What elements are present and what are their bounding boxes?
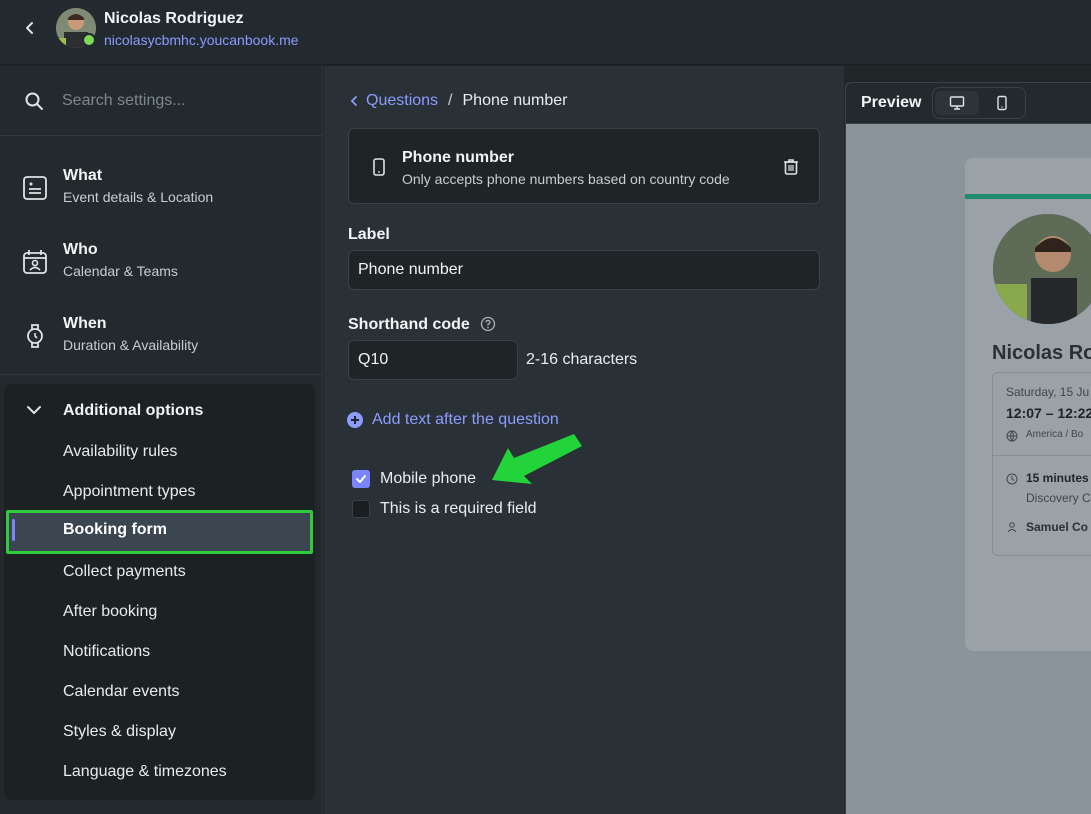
search-input[interactable] [62, 88, 302, 114]
plus-circle-icon [347, 412, 363, 428]
help-icon[interactable] [480, 316, 496, 332]
sidebar-item-label: Calendar events [63, 683, 180, 700]
chevron-down-icon [27, 406, 41, 414]
device-toggle [932, 87, 1026, 119]
sidebar-item-label: Styles & display [63, 723, 176, 740]
additional-options-toggle[interactable]: Additional options [4, 384, 315, 434]
watch-icon [27, 324, 43, 348]
preview-panel: Preview Nicolas Ro Saturday, 15 Ju 12:07… [845, 82, 1091, 814]
mobile-icon [997, 95, 1007, 111]
sidebar-item-label: Collect payments [63, 563, 186, 580]
sidebar-item-who[interactable]: Who Calendar & Teams [0, 223, 323, 297]
sidebar-item-label: Appointment types [63, 483, 196, 500]
annotation-arrow-icon [492, 434, 582, 484]
mobile-phone-checkbox[interactable]: Mobile phone [352, 470, 476, 488]
shorthand-code-hint: 2-16 characters [526, 351, 638, 368]
trash-icon[interactable] [781, 157, 801, 177]
preview-host-name: Nicolas Ro [992, 342, 1091, 364]
avatar-photo [993, 214, 1091, 324]
label-input[interactable] [348, 250, 820, 290]
preview-team-member: Samuel Co [1026, 520, 1089, 534]
check-icon [356, 475, 366, 483]
main-panel: Questions / Phone number Phone number On… [324, 66, 844, 814]
chevron-left-icon [350, 96, 357, 106]
sidebar-item-availability-rules[interactable]: Availability rules [4, 432, 315, 472]
preview-appointment-type: Discovery C [1026, 491, 1091, 505]
sidebar-item-title: What [63, 167, 103, 184]
question-type-description: Only accepts phone numbers based on coun… [402, 171, 730, 187]
sidebar-item-subtitle: Calendar & Teams [63, 263, 178, 279]
chevron-left-icon [26, 22, 33, 34]
sidebar-item-booking-form[interactable]: Booking form [6, 510, 313, 554]
preview-date: Saturday, 15 Ju [1006, 385, 1090, 399]
calendar-person-icon [23, 250, 47, 274]
person-icon [1007, 522, 1017, 533]
question-type-card: Phone number Only accepts phone numbers … [348, 128, 820, 204]
sidebar-item-label: After booking [63, 603, 158, 620]
active-indicator [12, 519, 15, 541]
sidebar-item-after-booking[interactable]: After booking [4, 592, 315, 632]
preview-duration: 15 minutes [1026, 471, 1089, 485]
breadcrumb-separator: / [448, 92, 453, 109]
shorthand-code-label: Shorthand code [348, 316, 470, 333]
mobile-view-button[interactable] [980, 91, 1024, 115]
preview-booking-summary: Saturday, 15 Ju 12:07 – 12:22 America / … [992, 372, 1091, 556]
sidebar-item-subtitle: Duration & Availability [63, 337, 199, 353]
sidebar-item-styles-display[interactable]: Styles & display [4, 712, 315, 752]
sidebar-item-when[interactable]: When Duration & Availability [0, 297, 323, 371]
checkbox[interactable] [352, 500, 370, 518]
divider [993, 455, 1091, 456]
sidebar-item-appointment-types[interactable]: Appointment types [4, 472, 315, 512]
mobile-phone-icon [373, 158, 385, 176]
sidebar-item-title: Who [63, 241, 98, 258]
search-icon [25, 92, 43, 110]
label-field-label: Label [348, 226, 390, 243]
checkbox[interactable] [352, 470, 370, 488]
globe-icon [1006, 430, 1018, 442]
online-status-badge [82, 33, 96, 47]
desktop-view-button[interactable] [935, 91, 979, 115]
desktop-icon [949, 96, 965, 110]
sidebar-item-title: When [63, 315, 107, 332]
preview-timezone: America / Bo [1026, 429, 1084, 440]
booking-page-preview: Nicolas Ro Saturday, 15 Ju 12:07 – 12:22… [965, 158, 1091, 651]
clock-icon [1006, 473, 1018, 485]
shorthand-code-input[interactable] [348, 340, 518, 380]
sidebar-item-language-timezones[interactable]: Language & timezones [4, 752, 315, 792]
sidebar-item-what[interactable]: What Event details & Location [0, 149, 323, 223]
breadcrumb-parent-label: Questions [366, 92, 439, 109]
document-icon [23, 176, 47, 200]
sidebar-item-collect-payments[interactable]: Collect payments [4, 552, 315, 592]
preview-time: 12:07 – 12:22 [1006, 405, 1091, 421]
back-button[interactable] [18, 16, 42, 40]
search-bar [0, 66, 323, 136]
question-type-title: Phone number [402, 149, 515, 166]
checkbox-label: Mobile phone [380, 470, 477, 487]
sidebar-item-label: Notifications [63, 643, 151, 660]
checkbox-label: This is a required field [380, 500, 537, 517]
breadcrumb: Questions / Phone number [348, 92, 567, 110]
additional-options-title: Additional options [63, 402, 204, 419]
preview-title: Preview [861, 94, 922, 111]
preview-toolbar: Preview [846, 83, 1091, 124]
sidebar-item-calendar-events[interactable]: Calendar events [4, 672, 315, 712]
additional-options-panel: Additional options Availability rules Ap… [4, 384, 315, 800]
user-name: Nicolas Rodriguez [104, 10, 244, 27]
breadcrumb-current: Phone number [462, 92, 568, 109]
user-url-link[interactable]: nicolasycbmhc.youcanbook.me [104, 32, 299, 48]
sidebar-item-label: Booking form [63, 521, 167, 538]
required-field-checkbox[interactable]: This is a required field [352, 500, 537, 518]
divider [0, 374, 323, 375]
card-accent-bar [965, 194, 1091, 199]
breadcrumb-parent-link[interactable]: Questions [348, 92, 438, 110]
top-bar: Nicolas Rodriguez nicolasycbmhc.youcanbo… [0, 0, 1091, 65]
sidebar-item-subtitle: Event details & Location [63, 189, 214, 205]
sidebar-item-label: Language & timezones [63, 763, 227, 780]
sidebar: What Event details & Location Who Calend… [0, 66, 323, 814]
sidebar-item-notifications[interactable]: Notifications [4, 632, 315, 672]
sidebar-item-label: Availability rules [63, 443, 178, 460]
preview-avatar [993, 214, 1091, 324]
